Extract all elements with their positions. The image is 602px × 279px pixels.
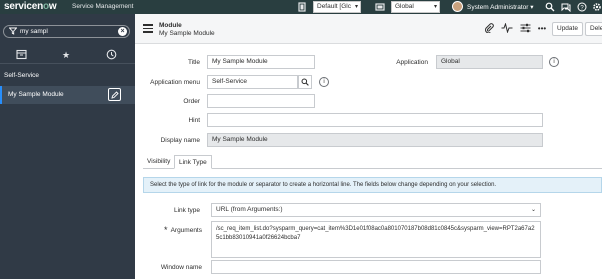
filter-input[interactable]: my sampl <box>20 28 48 35</box>
application-scope-icon[interactable] <box>375 2 385 12</box>
all-applications-icon[interactable] <box>15 49 27 61</box>
chevron-down-icon: ▾ <box>433 4 437 10</box>
nav-group-self-service[interactable]: Self-Service <box>4 72 39 79</box>
navigator-filter[interactable]: my sampl × <box>3 25 130 38</box>
window-name-label: Window name <box>160 264 202 271</box>
display-name-field: My Sample Module <box>207 133 543 147</box>
favorites-star-icon[interactable]: ★ <box>60 49 72 61</box>
application-scope-picker[interactable]: Global ▾ <box>391 1 440 13</box>
hamburger-menu-icon[interactable] <box>143 24 153 35</box>
arguments-textarea[interactable]: /sc_req_item_list.do?sysparm_query=cat_i… <box>211 221 541 258</box>
nav-item-my-sample-module[interactable]: My Sample Module <box>0 86 135 104</box>
arguments-label: Arguments <box>170 227 202 234</box>
hint-field[interactable] <box>207 113 543 127</box>
application-info-icon[interactable]: i <box>549 57 559 67</box>
delete-button[interactable]: Delet <box>585 22 602 36</box>
chat-icon[interactable] <box>561 2 571 13</box>
activity-stream-icon[interactable] <box>501 22 513 35</box>
form-header: Module My Sample Module ••• Update Delet <box>135 14 602 44</box>
order-label: Order <box>183 98 200 105</box>
navigator-tabs: ★ <box>0 46 135 64</box>
product-name: Service Management <box>72 3 134 10</box>
record-name: My Sample Module <box>159 30 215 37</box>
update-set-icon[interactable] <box>297 2 307 12</box>
window-name-field[interactable] <box>211 260 541 274</box>
lookup-search-icon[interactable] <box>298 75 312 89</box>
attachment-paperclip-icon[interactable] <box>483 23 495 35</box>
filter-icon <box>8 27 18 37</box>
clear-filter-icon[interactable]: × <box>118 27 127 36</box>
edit-module-pencil-icon[interactable] <box>108 88 121 101</box>
more-options-icon[interactable]: ••• <box>536 23 548 35</box>
app-window: servicenow Service Management Default [G… <box>0 0 602 279</box>
nav-item-label: My Sample Module <box>8 91 64 98</box>
form-section-tabs: Visibility Link Type <box>143 155 602 169</box>
application-label: Application <box>396 59 428 66</box>
avatar[interactable] <box>452 1 463 12</box>
record-type: Module <box>159 22 182 29</box>
link-type-info-message: Select the type of link for the module o… <box>143 177 602 193</box>
link-type-select[interactable]: URL (from Arguments:) ⌄ <box>211 203 541 217</box>
application-navigator: my sampl × ★ Self-Service My Sample Modu… <box>0 14 135 279</box>
display-name-label: Display name <box>160 137 200 144</box>
history-clock-icon[interactable] <box>105 49 117 61</box>
application-menu-info-icon[interactable]: i <box>319 77 329 87</box>
tab-link-type[interactable]: Link Type <box>174 155 212 169</box>
title-field[interactable]: My Sample Module <box>207 55 315 69</box>
title-label: Title <box>187 59 200 66</box>
gear-icon[interactable] <box>592 2 602 12</box>
help-icon[interactable]: ? <box>577 2 587 12</box>
chevron-down-icon: ⌄ <box>530 207 536 213</box>
order-field[interactable] <box>207 94 315 108</box>
user-menu[interactable]: System Administrator ▾ <box>467 3 534 11</box>
top-banner: servicenow Service Management Default [G… <box>0 0 602 14</box>
application-menu-field[interactable]: Self-Service <box>207 75 298 89</box>
hint-label: Hint <box>188 117 200 124</box>
search-icon[interactable] <box>545 2 555 12</box>
personalize-sliders-icon[interactable] <box>519 23 531 35</box>
servicenow-logo[interactable]: servicenow <box>4 1 57 12</box>
application-field: Global <box>436 55 543 69</box>
link-type-label: Link type <box>173 207 200 214</box>
chevron-down-icon: ▾ <box>354 4 358 10</box>
tab-visibility[interactable]: Visibility <box>143 155 174 169</box>
update-set-picker[interactable]: Default [Glc ▾ <box>313 1 361 13</box>
application-menu-label: Application menu <box>150 79 200 86</box>
update-button[interactable]: Update <box>552 22 583 36</box>
